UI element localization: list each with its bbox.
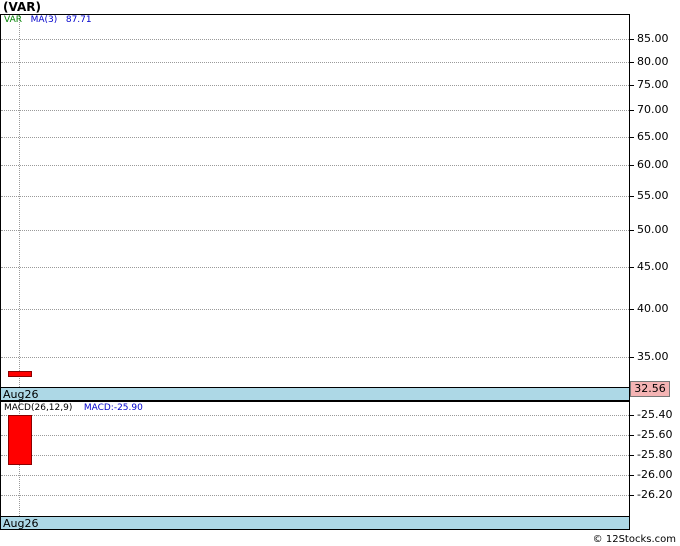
price-candle [8,370,32,377]
macd-date-bar: Aug26 [0,516,630,530]
price-tick-label: 80.00 [637,55,669,68]
macd-tick-mark [630,455,634,456]
price-tick-label: 55.00 [637,189,669,202]
macd-tick-mark [630,495,634,496]
price-tick-mark [630,196,634,197]
macd-tick-label: -26.00 [637,468,673,481]
price-tick-mark [630,165,634,166]
price-vgrid [19,15,20,387]
price-legend: VAR MA(3) 87.71 [4,15,92,25]
macd-gridline [1,455,629,456]
price-tick-mark [630,230,634,231]
macd-date-label: Aug26 [3,517,39,530]
price-tick-label: 70.00 [637,103,669,116]
price-tick-mark [630,357,634,358]
price-tick-label: 45.00 [637,260,669,273]
legend-ma-value: 87.71 [65,15,92,25]
price-gridline [1,357,629,358]
legend-ma: MA(3) [30,15,58,25]
price-tick-label: 65.00 [637,130,669,143]
price-tick-mark [630,309,634,310]
macd-tick-label: -26.20 [637,488,673,501]
macd-gridline [1,475,629,476]
price-gridline [1,39,629,40]
price-gridline [1,62,629,63]
macd-tick-mark [630,415,634,416]
macd-gridline [1,415,629,416]
price-tick-mark [630,267,634,268]
price-tick-label: 40.00 [637,302,669,315]
legend-symbol: VAR [4,15,22,25]
macd-gridline [1,495,629,496]
price-gridline [1,309,629,310]
price-tick-mark [630,137,634,138]
macd-bar [8,415,32,465]
price-gridline [1,230,629,231]
price-tick-mark [630,85,634,86]
price-tick-mark [630,110,634,111]
price-date-label: Aug26 [3,388,39,401]
price-tick-mark [630,62,634,63]
price-gridline [1,137,629,138]
macd-gridline [1,435,629,436]
price-gridline [1,267,629,268]
macd-tick-mark [630,435,634,436]
macd-tick-label: -25.40 [637,408,673,421]
footer-copyright: © 12Stocks.com [592,534,676,545]
price-tick-label: 60.00 [637,158,669,171]
macd-tick-mark [630,475,634,476]
macd-tick-label: -25.60 [637,428,673,441]
price-panel [0,14,630,388]
chart-title: (VAR) [3,0,41,14]
macd-legend: MACD(26,12,9) MACD:-25.90 [4,403,143,413]
macd-tick-label: -25.80 [637,448,673,461]
macd-panel [0,401,630,517]
price-gridline [1,85,629,86]
macd-legend-name: MACD(26,12,9) [4,403,73,413]
macd-legend-value: MACD:-25.90 [83,403,143,413]
price-tick-label: 35.00 [637,350,669,363]
price-gridline [1,110,629,111]
price-tick-label: 75.00 [637,78,669,91]
price-tick-label: 50.00 [637,223,669,236]
price-gridline [1,165,629,166]
price-date-bar: Aug26 [0,387,630,401]
price-gridline [1,196,629,197]
price-tick-mark [630,39,634,40]
price-tick-label: 85.00 [637,32,669,45]
last-price-badge: 32.56 [630,381,670,397]
